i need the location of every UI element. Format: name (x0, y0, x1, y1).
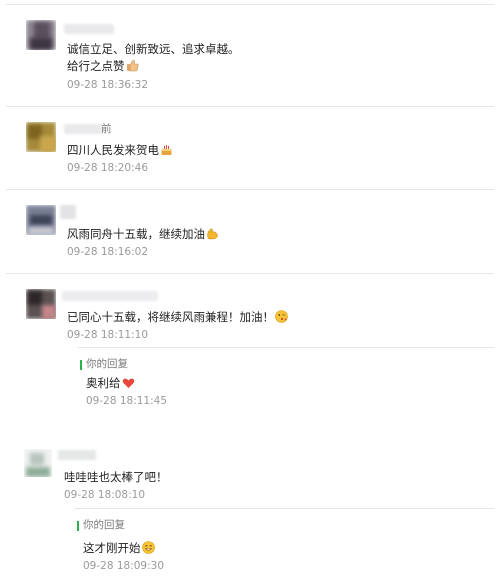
reply-text: 奥利给 (86, 376, 121, 390)
reply-text-row: 这才刚开始 (83, 541, 155, 557)
kiss-face-icon (275, 310, 288, 326)
reply-label: 你的回复 (83, 519, 125, 531)
comment-text-row: 风雨同舟十五载，继续加油 (67, 227, 219, 243)
comment-time: 09-28 18:20:46 (67, 162, 149, 174)
comment-time: 09-28 18:11:10 (67, 329, 149, 341)
comment-text-line1: 诚信立足、创新致远、追求卓越。 (67, 42, 240, 56)
username-suffix: 前 (101, 123, 112, 135)
reply-divider (78, 347, 494, 348)
username-redacted[interactable] (58, 450, 96, 460)
divider (6, 273, 494, 274)
comment-text-row: 四川人民发来贺电 (67, 143, 173, 159)
username-redacted[interactable] (62, 291, 158, 301)
reply-time: 09-28 18:11:45 (86, 395, 168, 407)
top-divider (6, 4, 494, 5)
thumbs-up-icon (126, 59, 139, 75)
comment-time: 09-28 18:16:02 (67, 246, 149, 258)
comment-text: 诚信立足、创新致远、追求卓越。 (67, 42, 240, 56)
avatar[interactable] (26, 122, 56, 152)
red-heart-icon (122, 377, 135, 392)
reply-text: 这才刚开始 (83, 541, 141, 555)
reply-divider (75, 508, 494, 509)
divider (6, 106, 494, 107)
divider (6, 189, 494, 190)
avatar[interactable] (26, 289, 56, 319)
comment-time: 09-28 18:08:10 (64, 489, 146, 501)
comment-list-page: 诚信立足、创新致远、追求卓越。 给行之点赞 09-28 18:36:32 前 四… (0, 0, 501, 579)
username-redacted[interactable] (64, 124, 102, 134)
reply-label: 你的回复 (86, 358, 128, 370)
comment-text-line2: 给行之点赞 (67, 59, 125, 73)
flexed-biceps-icon (206, 227, 219, 243)
username-redacted[interactable] (60, 205, 76, 219)
reply-text-row: 奥利给 (86, 376, 135, 392)
cake-icon (160, 143, 173, 159)
avatar[interactable] (24, 449, 52, 477)
comment-text: 已同心十五载，将继续风雨兼程！加油！ (67, 310, 274, 324)
avatar[interactable] (26, 205, 56, 235)
avatar[interactable] (26, 20, 56, 50)
reply-accent-bar (80, 360, 82, 370)
comment-text: 四川人民发来贺电 (67, 143, 159, 157)
comment-text: 哇哇哇也太棒了吧！ (64, 470, 168, 484)
grin-face-icon (141, 541, 155, 557)
comment-text: 风雨同舟十五载，继续加油 (67, 227, 205, 241)
reply-time: 09-28 18:09:30 (83, 560, 165, 572)
comment-time: 09-28 18:36:32 (67, 79, 149, 91)
reply-accent-bar (77, 521, 79, 531)
username-redacted[interactable] (64, 24, 114, 34)
comment-text-line2-row: 给行之点赞 (67, 59, 139, 75)
comment-text-row: 已同心十五载，将继续风雨兼程！加油！ (67, 310, 288, 326)
